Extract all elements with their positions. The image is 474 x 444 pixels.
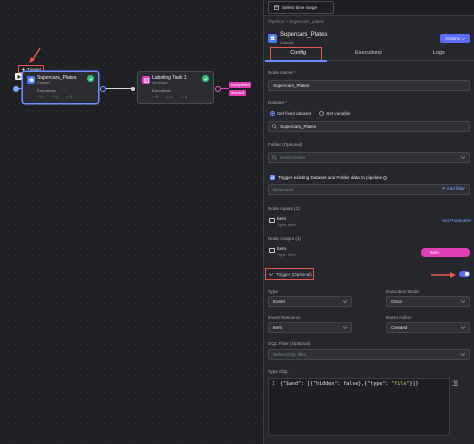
workflow-icon [142,76,150,84]
stat-running: ◔ 0 [152,95,158,99]
dataset-value: Supercars_Plates [280,124,317,129]
event-action-label: Event Action [386,315,412,320]
node-output-label: Node Output (1) [268,236,301,241]
annotation-arrow-icon [431,272,456,278]
time-range-label: Select time range [282,5,318,10]
item-icon [269,218,275,223]
search-icon [272,124,277,129]
breadcrumb[interactable]: Pipeline > Supercars_plates [268,19,324,24]
node-name-input[interactable]: Supercars_Plates [268,80,470,91]
event-resource-label: Event Resource [268,315,301,320]
stat-failed: ○ 0 [181,95,188,99]
execution-mode-label: Execution Mode [386,289,419,294]
edge-dataset-to-task [106,88,134,90]
dql-filter-label: DQL Filter (Optional) [268,341,311,346]
radio-fixed-dataset[interactable]: Set fixed dataset [270,111,311,116]
folder-select[interactable]: Select folder [268,152,470,163]
radio-set-variable[interactable]: Set variable [319,111,351,116]
execution-stats: ◔ 0 ○ 0 ○ 0 [37,95,72,99]
tab-executions[interactable]: Executions [333,46,403,60]
check-icon [87,75,94,82]
tab-logs[interactable]: Logs [404,46,474,60]
output-port-pill[interactable]: Item [421,248,470,257]
annotation-arrow-icon [29,47,41,63]
dql-code-editor[interactable]: 1 {"$and": [{"hidden": false},{"type": "f… [268,378,450,436]
dql-filter-select[interactable]: Select DQL filter [268,349,470,360]
chevron-down-icon [343,326,347,329]
input-port[interactable] [13,85,19,92]
add-filter-button[interactable]: ⏷ Add filter [442,186,465,191]
page-subtitle: Dataset [280,40,294,45]
type-dql-label: Type DQL [268,369,289,374]
output-item-type: Type: Item [277,252,296,257]
calendar-icon [274,5,279,10]
chevron-down-icon [269,272,273,276]
event-resource-select[interactable]: Item [268,322,352,333]
chevron-down-icon [461,37,465,40]
format-code-icon[interactable] [452,380,458,386]
stat-failed: ○ 0 [66,95,73,99]
execution-mode-select[interactable]: Once [386,296,470,307]
chevron-down-icon [461,300,465,303]
page-title: Supercars_Plates [280,32,328,38]
type-label: Type [268,289,278,294]
stat-success: ○ 0 [166,95,173,99]
executions-label: Executions [152,89,171,93]
edge-label-discard[interactable]: discard [229,90,246,96]
executions-label: Executions [37,89,56,93]
trigger-optional-toggle-row[interactable]: Trigger (Optional) [265,268,314,280]
search-icon [272,155,277,160]
trigger-existing-label: Trigger existing Dataset and Folder data… [278,175,388,180]
output-port[interactable] [100,85,106,92]
chevron-down-icon [461,156,465,159]
play-icon[interactable] [15,73,22,80]
actions-button[interactable]: Actions [440,34,470,43]
actions-label: Actions [445,36,460,41]
check-icon [202,75,209,82]
tab-underline [265,60,327,62]
folder-label: Folder (Optional) [268,142,303,147]
node-inputs-label: Node Inputs (1) [268,206,300,211]
set-parameter-button[interactable]: Set Parameter [442,218,472,223]
node-name-label: Node Name * [268,70,296,75]
input-item-name: Item [277,216,286,221]
filter-placeholder: Items count [273,187,293,192]
type-select[interactable]: Event [268,296,352,307]
trigger-existing-checkbox[interactable] [270,175,275,180]
stat-running: ◔ 0 [37,95,43,99]
stat-success: ○ 0 [51,95,58,99]
code-line: 1 {"$and": [{"hidden": false},{"type": "f… [272,381,419,387]
labeling-task-node[interactable]: Labeling Task 1 Workflow Executions ◔ 0 … [137,71,214,104]
filter-input[interactable]: Items count [268,184,470,195]
top-bar: Select time range [264,0,474,16]
trigger-toggle[interactable] [459,271,470,277]
input-port[interactable] [131,86,135,91]
time-range-button[interactable]: Select time range [268,1,334,14]
dataset-select[interactable]: Supercars_Plates [268,121,470,132]
output-port[interactable] [215,85,221,92]
folder-placeholder: Select folder [280,155,306,160]
dataset-mode-radios: Set fixed dataset Set variable [270,111,351,116]
edge-label-completed[interactable]: completed [229,82,252,88]
dataset-icon [268,34,277,43]
chevron-down-icon [461,326,465,329]
execution-stats: ◔ 0 ○ 0 ○ 0 [152,95,187,99]
chevron-down-icon [343,300,347,303]
dataset-icon [27,76,35,84]
trigger-optional-label: Trigger (Optional) [276,271,312,277]
dataset-label: Dataset * [268,100,287,105]
info-icon [383,175,388,180]
event-action-select[interactable]: Created [386,322,470,333]
pipeline-canvas[interactable]: Trigger Supercars_Plates Dataset Executi… [0,0,263,444]
output-item-name: Item [277,246,286,251]
chevron-down-icon [461,353,465,356]
node-subtitle: Workflow [152,81,168,85]
node-subtitle: Dataset [37,81,51,85]
item-icon [269,248,275,253]
dataset-node[interactable]: Supercars_Plates Dataset Executions ◔ 0 … [22,71,99,104]
input-item-type: Type: Item [277,222,296,227]
